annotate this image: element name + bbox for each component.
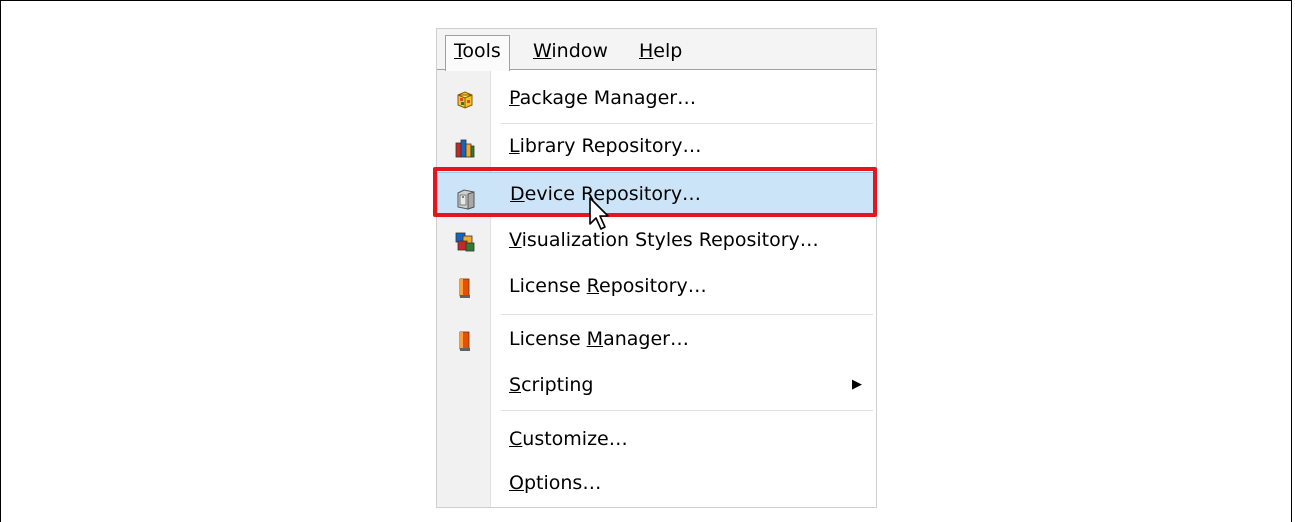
menu-window[interactable]: Window <box>525 36 616 66</box>
menu-item-customize[interactable]: Customize… <box>437 421 876 457</box>
library-icon <box>454 135 476 158</box>
submenu-arrow-icon: ▶ <box>852 377 862 392</box>
device-icon <box>455 183 477 210</box>
license-manager-icon <box>454 328 476 351</box>
package-icon <box>454 87 476 109</box>
menu-separator <box>501 314 873 315</box>
menu-item-license-manager[interactable]: License Manager… <box>437 321 876 357</box>
menu-item-library-repository[interactable]: Library Repository… <box>437 128 876 164</box>
menu-item-options[interactable]: Options… <box>437 465 876 501</box>
menu-item-package-manager[interactable]: Package Manager… <box>437 80 876 116</box>
menu-item-scripting[interactable]: Scripting ▶ <box>437 367 876 403</box>
menu-item-device-repository[interactable]: Device Repository… <box>437 172 876 216</box>
tools-dropdown-menu: Package Manager… Library Repository… Dev… <box>437 69 876 507</box>
application-window: Tools Window Help Package Manager… Libra… <box>436 28 877 508</box>
menu-bar: Tools Window Help <box>437 29 876 71</box>
menu-item-visualization-styles-repository[interactable]: Visualization Styles Repository… <box>437 222 876 258</box>
license-icon <box>454 275 476 298</box>
menu-separator <box>501 410 873 411</box>
menu-help[interactable]: Help <box>631 36 690 66</box>
menu-item-license-repository[interactable]: License Repository… <box>437 268 876 304</box>
menu-tools[interactable]: Tools <box>445 35 510 71</box>
visualization-icon <box>454 229 476 252</box>
mouse-pointer-icon <box>589 197 609 230</box>
menu-separator <box>501 123 873 124</box>
